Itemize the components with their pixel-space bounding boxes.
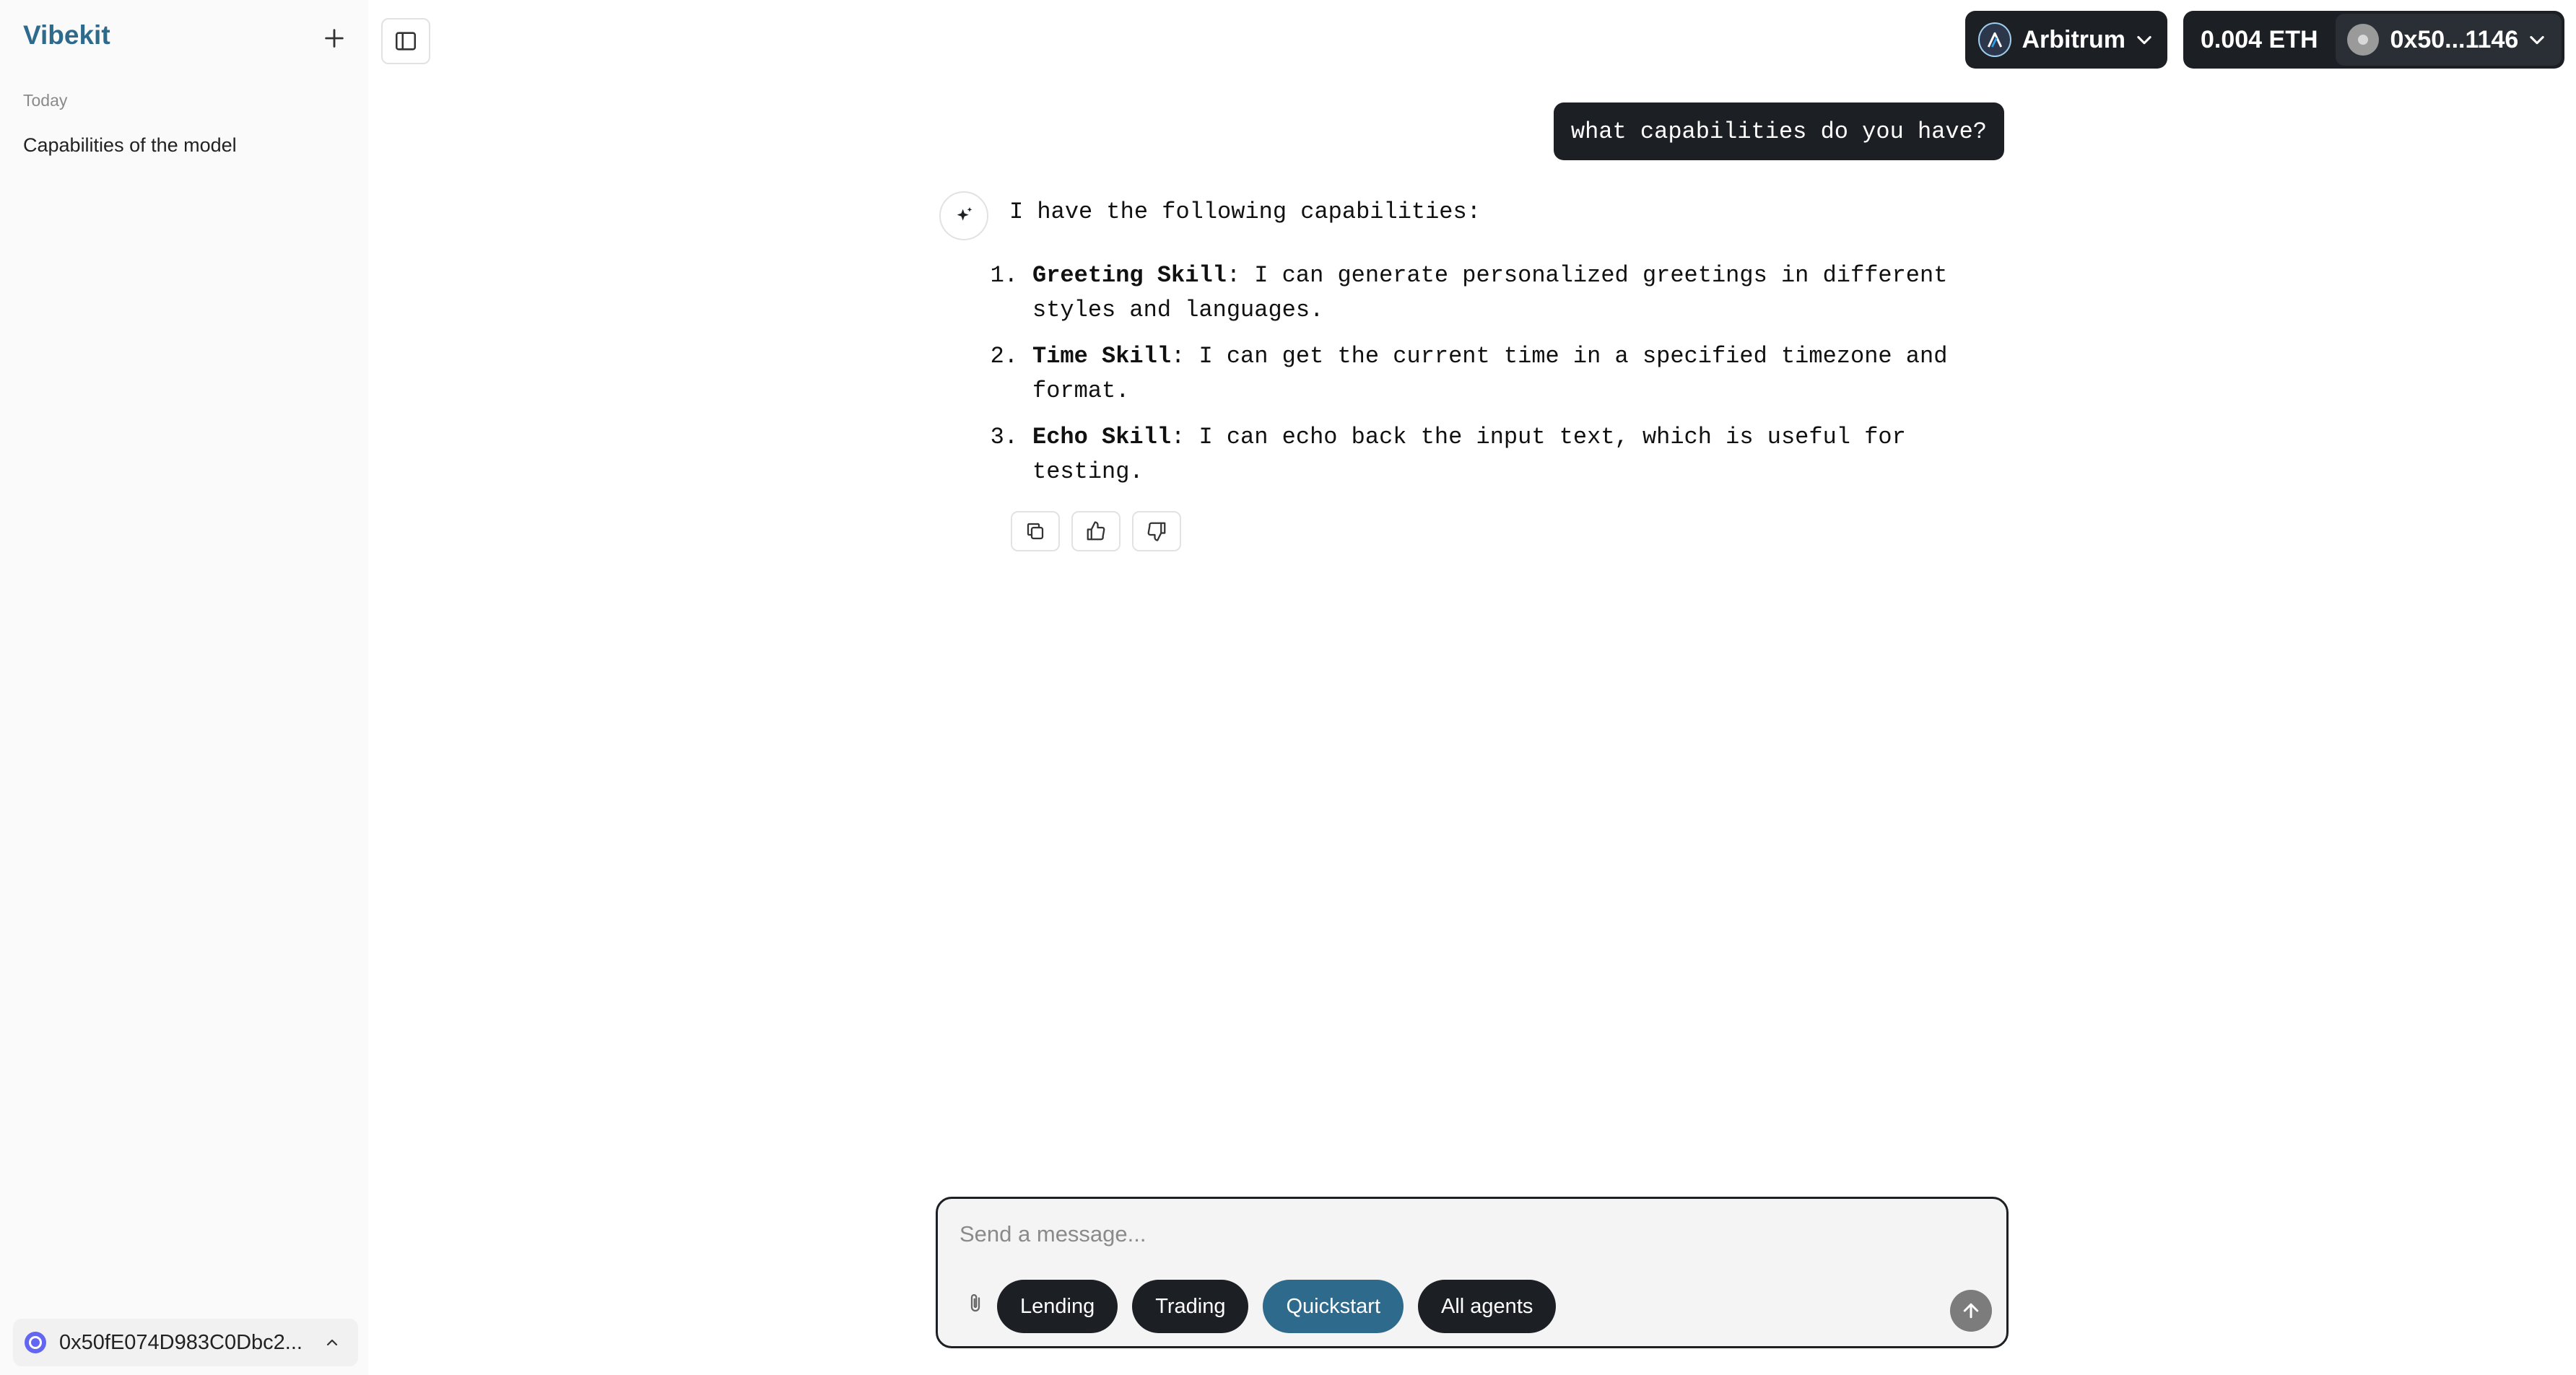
chip-all-agents[interactable]: All agents <box>1418 1280 1557 1333</box>
message-actions <box>1011 511 1181 551</box>
network-name: Arbitrum <box>2022 25 2125 53</box>
thumbs-up-icon <box>1087 521 1105 541</box>
plus-icon <box>325 29 344 48</box>
chevron-down-icon <box>2527 30 2547 50</box>
copy-icon <box>1027 523 1044 540</box>
history-section-label: Today <box>23 91 68 110</box>
user-message: what capabilities do you have? <box>1553 102 2004 160</box>
network-selector-button[interactable]: Arbitrum <box>1965 11 2167 69</box>
chevron-up-icon <box>318 1328 347 1357</box>
upvote-button[interactable] <box>1071 511 1121 551</box>
attach-button[interactable] <box>961 1285 990 1322</box>
sidebar: Vibekit Today Capabilities of the model … <box>0 0 368 1375</box>
list-number: 1. <box>990 262 1018 289</box>
account-button[interactable]: 0.004 ETH 0x50...1146 <box>2183 11 2564 69</box>
eth-balance: 0.004 ETH <box>2201 25 2318 53</box>
copy-button[interactable] <box>1011 511 1060 551</box>
wallet-icon <box>25 1332 46 1353</box>
account-selector[interactable]: 0x50...1146 <box>2335 14 2562 66</box>
account-avatar <box>2346 24 2379 56</box>
arbitrum-logo-icon <box>1978 22 2012 57</box>
account-address: 0x50...1146 <box>2390 25 2519 53</box>
chip-trading[interactable]: Trading <box>1132 1280 1249 1333</box>
list-item: 1. Greeting Skill: I can generate person… <box>991 258 1977 328</box>
send-button[interactable] <box>1950 1290 1992 1332</box>
sidebar-toggle-icon <box>395 32 417 51</box>
agent-chips: Lending Trading Quickstart All agents <box>997 1280 1557 1333</box>
chevron-down-icon <box>2134 30 2154 50</box>
chip-lending[interactable]: Lending <box>997 1280 1118 1333</box>
list-item: 2. Time Skill: I can get the current tim… <box>991 339 1977 409</box>
assistant-intro: I have the following capabilities: <box>1009 198 1481 225</box>
message-composer: Lending Trading Quickstart All agents <box>936 1197 2009 1348</box>
assistant-message: I have the following capabilities: 1. Gr… <box>991 195 1977 501</box>
paperclip-icon <box>970 1294 980 1312</box>
message-input[interactable] <box>960 1216 1956 1252</box>
capability-name: Greeting Skill <box>1032 262 1227 289</box>
assistant-avatar <box>939 191 988 240</box>
list-number: 3. <box>990 424 1018 450</box>
capability-name: Echo Skill <box>1032 424 1172 450</box>
new-chat-button[interactable] <box>316 20 352 56</box>
wallet-footer-button[interactable]: 0x50fE074D983C0Dbc2... <box>13 1319 358 1366</box>
downvote-button[interactable] <box>1132 511 1181 551</box>
history-item[interactable]: Capabilities of the model <box>23 134 237 157</box>
thumbs-down-icon <box>1147 522 1166 541</box>
list-item: 3. Echo Skill: I can echo back the input… <box>991 420 1977 489</box>
wallet-address: 0x50fE074D983C0Dbc2... <box>59 1330 303 1354</box>
sparkle-icon <box>957 207 972 221</box>
brand-title[interactable]: Vibekit <box>23 20 110 51</box>
chip-quickstart[interactable]: Quickstart <box>1263 1280 1404 1333</box>
capabilities-list: 1. Greeting Skill: I can generate person… <box>991 258 1977 489</box>
arrow-up-icon <box>1963 1303 1979 1319</box>
capability-name: Time Skill <box>1032 343 1172 370</box>
list-number: 2. <box>990 343 1018 370</box>
sidebar-toggle-button[interactable] <box>381 18 430 64</box>
